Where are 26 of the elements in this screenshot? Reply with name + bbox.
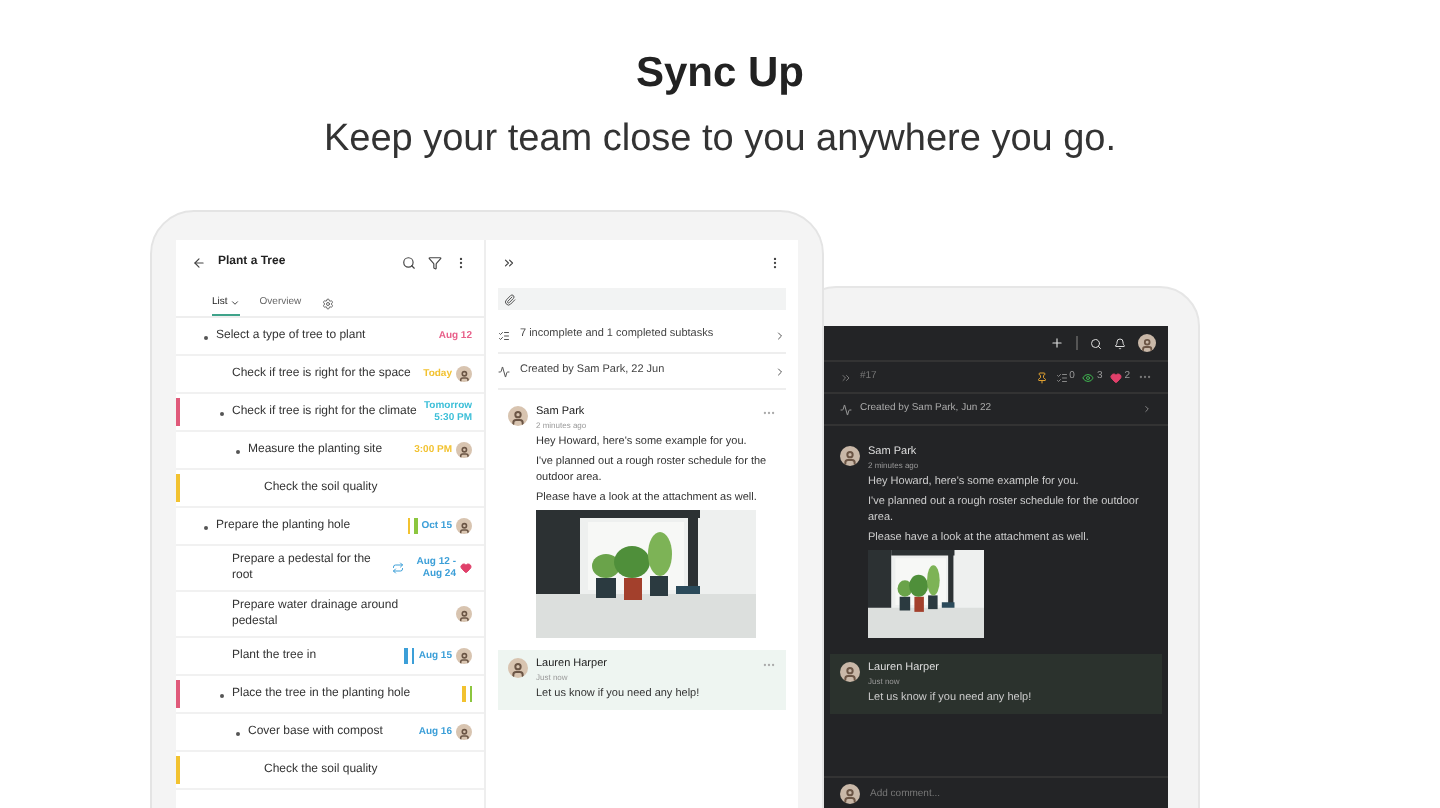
bell-icon[interactable] [1114,337,1126,349]
headline: Sync Up [635,48,805,100]
settings-icon[interactable] [321,298,334,310]
avatar [840,662,860,682]
more-icon[interactable] [454,255,468,269]
paperclip-icon [504,293,516,305]
collapse-icon[interactable] [502,255,516,269]
expand-icon[interactable] [840,371,852,383]
avatar [508,406,528,426]
activity-icon [840,403,852,415]
pin-icon[interactable] [1035,371,1048,383]
filter-icon[interactable] [428,255,442,269]
avatar [840,446,860,466]
avatar [508,658,528,678]
caret-icon [229,297,240,308]
add-icon[interactable] [1050,336,1064,350]
back-icon[interactable] [192,255,206,269]
search-icon[interactable] [402,255,416,269]
avatar [840,783,860,803]
activity-icon [498,365,510,377]
more-icon[interactable] [768,255,782,269]
subheadline: Keep your team close to you anywhere you go. [323,116,1117,164]
avatar [1138,334,1156,352]
attachment-field[interactable] [498,288,786,310]
chevron-icon[interactable] [1142,404,1152,414]
subtasks-icon [498,329,510,341]
